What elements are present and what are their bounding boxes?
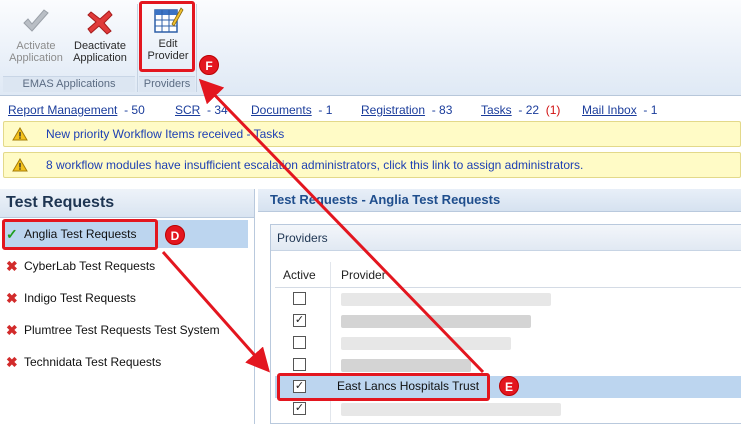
stat-label[interactable]: Tasks: [481, 103, 512, 117]
annotation-marker-f: F: [199, 55, 219, 75]
cross-icon: ✖: [6, 258, 18, 274]
group-label-providers: Providers: [143, 78, 191, 90]
alert-text: 8 workflow modules have insufficient esc…: [46, 158, 584, 172]
stat-count: - 34: [207, 103, 228, 117]
list-item-label: CyberLab Test Requests: [24, 259, 156, 273]
group-divider: [137, 4, 138, 92]
column-header-active[interactable]: Active: [283, 264, 316, 286]
active-checkbox[interactable]: ✓: [293, 402, 306, 415]
red-x-icon: [87, 10, 113, 35]
active-checkbox[interactable]: [293, 358, 306, 371]
activate-label-1: Activate: [16, 40, 56, 52]
column-header-provider[interactable]: Provider: [341, 264, 386, 286]
highlight-east-lancs-row: [277, 373, 490, 401]
stats-bar: Report Management - 50 SCR - 34 Document…: [0, 101, 741, 119]
table-row[interactable]: [275, 288, 741, 310]
table-row[interactable]: [275, 332, 741, 354]
activate-label-2: Application: [9, 52, 63, 64]
stat-label[interactable]: Report Management: [8, 103, 117, 117]
stat-report-management[interactable]: Report Management - 50: [8, 103, 145, 117]
warning-icon: [12, 158, 28, 172]
stat-registration[interactable]: Registration - 83: [361, 103, 452, 117]
stat-tasks-priority: (1): [545, 103, 561, 117]
highlight-anglia-item: [2, 219, 158, 250]
active-checkbox[interactable]: [293, 336, 306, 349]
list-item-cyberlab[interactable]: ✖ CyberLab Test Requests: [2, 252, 248, 280]
stat-label[interactable]: SCR: [175, 103, 200, 117]
table-row[interactable]: ✓: [275, 398, 741, 420]
stat-label[interactable]: Registration: [361, 103, 425, 117]
ribbon-toolbar: Activate Application Deactivate Applicat…: [0, 0, 741, 96]
stat-scr[interactable]: SCR - 34: [175, 103, 228, 117]
alert-text: New priority Workflow Items received - T…: [46, 127, 285, 141]
table-row[interactable]: ✓: [275, 310, 741, 332]
list-item-label: Plumtree Test Requests Test System: [24, 323, 220, 337]
warning-icon: [12, 127, 28, 141]
deactivate-label-2: Application: [73, 52, 127, 64]
redacted-provider-name: [341, 337, 511, 350]
stat-label[interactable]: Mail Inbox: [582, 103, 637, 117]
stat-count: - 83: [431, 103, 453, 117]
highlight-edit-provider: [139, 1, 195, 72]
cross-icon: ✖: [6, 322, 18, 338]
annotation-marker-d: D: [165, 225, 185, 245]
redacted-provider-name: [341, 293, 551, 306]
alert-priority-workflow[interactable]: New priority Workflow Items received - T…: [3, 121, 741, 147]
list-item-label: Indigo Test Requests: [24, 291, 136, 305]
checkmark-icon: [23, 9, 49, 32]
activate-application-button[interactable]: Activate Application: [6, 6, 66, 64]
stat-count: - 1: [643, 103, 658, 117]
cross-icon: ✖: [6, 290, 18, 306]
redacted-provider-name: [341, 315, 531, 328]
active-checkbox[interactable]: ✓: [293, 314, 306, 327]
stat-count: - 50: [124, 103, 145, 117]
active-checkbox[interactable]: [293, 292, 306, 305]
list-item-technidata[interactable]: ✖ Technidata Test Requests: [2, 348, 248, 376]
group-label-emas: EMAS Applications: [22, 78, 116, 90]
stat-tasks[interactable]: Tasks - 22 (1): [481, 103, 560, 117]
stat-count: - 1: [318, 103, 333, 117]
detail-header: Test Requests - Anglia Test Requests: [258, 189, 741, 212]
list-item-plumtree[interactable]: ✖ Plumtree Test Requests Test System: [2, 316, 248, 344]
stat-mail-inbox[interactable]: Mail Inbox - 1: [582, 103, 657, 117]
stat-count: - 22: [518, 103, 540, 117]
stat-label[interactable]: Documents: [251, 103, 312, 117]
alert-escalation-admins[interactable]: 8 workflow modules have insufficient esc…: [3, 152, 741, 178]
redacted-provider-name: [341, 359, 471, 372]
cross-icon: ✖: [6, 354, 18, 370]
group-divider: [196, 4, 197, 92]
redacted-provider-name: [341, 403, 561, 416]
providers-title: Providers: [271, 225, 741, 251]
list-item-label: Technidata Test Requests: [24, 355, 162, 369]
deactivate-label-1: Deactivate: [74, 40, 126, 52]
list-item-indigo[interactable]: ✖ Indigo Test Requests: [2, 284, 248, 312]
stat-documents[interactable]: Documents - 1: [251, 103, 332, 117]
deactivate-application-button[interactable]: Deactivate Application: [68, 6, 132, 64]
panel-title: Test Requests: [0, 189, 254, 218]
annotation-marker-e: E: [499, 376, 519, 396]
